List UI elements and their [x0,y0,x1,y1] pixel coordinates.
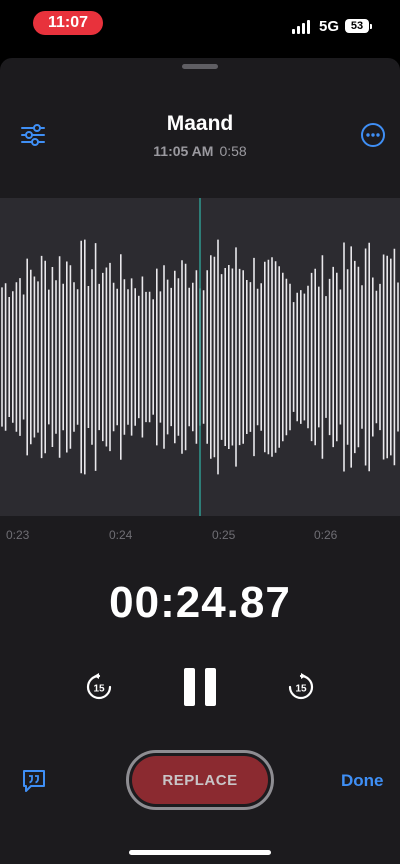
skip-back-seconds: 15 [93,684,105,695]
sheet-grabber[interactable] [182,64,218,69]
rewind-15-icon[interactable]: 15 [84,672,114,702]
pause-icon[interactable] [184,668,216,706]
recorded-time: 11:05 AM [153,143,214,159]
ellipsis-circle-icon[interactable] [360,122,386,148]
waveform-area[interactable] [0,198,400,516]
elapsed-time: 00:24.87 [109,578,291,627]
timeline-tick-label: 0:24 [109,528,133,542]
skip-forward-seconds: 15 [295,684,307,695]
timeline-tick-label: 0:23 [6,528,30,542]
forward-15-icon[interactable]: 15 [286,672,316,702]
timeline-tick-label: 0:25 [212,528,236,542]
recording-duration: 0:58 [219,143,247,159]
home-indicator[interactable] [129,850,271,855]
status-bar: 11:07 5G 53 [0,0,400,52]
recording-title[interactable]: Maand [0,112,400,136]
quote-bubble-icon[interactable] [21,768,47,794]
network-type: 5G [319,18,340,35]
playback-sheet: Maand 11:05 AM 0:58 0:23 0:24 0:25 0:26 0… [0,58,400,864]
waveform[interactable] [0,198,400,516]
battery-icon: 53 [345,19,369,33]
done-button[interactable]: Done [341,771,384,791]
cellular-signal-icon [292,20,312,34]
status-time[interactable]: 11:07 [33,11,103,35]
replace-button[interactable]: REPLACE [132,756,268,804]
recording-meta: 11:05 AM 0:58 [0,143,400,159]
timeline-ruler[interactable]: 0:23 0:24 0:25 0:26 [0,516,400,546]
timeline-tick-label: 0:26 [314,528,338,542]
battery-tip [370,24,372,29]
